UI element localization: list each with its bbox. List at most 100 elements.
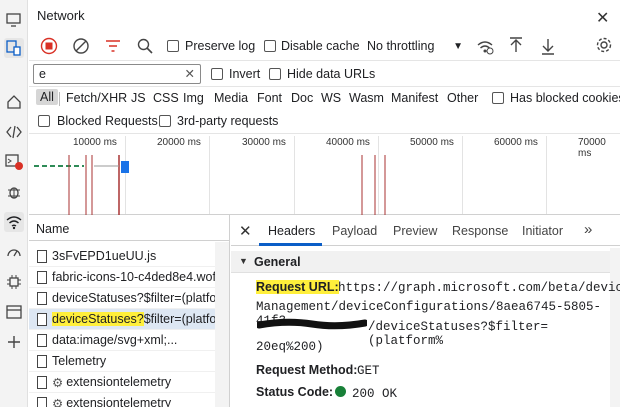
hide-data-urls-checkbox[interactable] xyxy=(269,68,281,80)
import-har-icon[interactable] xyxy=(508,37,524,58)
general-section-header[interactable]: ▼ General xyxy=(231,251,610,273)
panel-title: Network xyxy=(37,8,85,23)
close-icon[interactable]: ✕ xyxy=(596,8,609,28)
table-row[interactable]: data:image/svg+xml;... xyxy=(29,330,215,351)
type-all[interactable]: All xyxy=(36,89,58,105)
console-icon[interactable] xyxy=(4,152,24,172)
requests-scrollbar[interactable] xyxy=(215,242,229,407)
blocked-requests-checkbox[interactable] xyxy=(38,115,50,127)
type-wasm[interactable]: Wasm xyxy=(349,91,384,105)
redaction-mark xyxy=(255,317,369,331)
type-doc[interactable]: Doc xyxy=(291,91,313,105)
table-row[interactable]: 3sFvEPD1ueUU.js xyxy=(29,246,215,267)
add-tool-icon[interactable] xyxy=(4,332,24,352)
request-url-label: Request URL: xyxy=(256,280,339,294)
disable-cache-checkbox[interactable] xyxy=(264,40,276,52)
request-name: fabric-icons-10-c4ded8e4.wof xyxy=(52,270,215,284)
document-icon xyxy=(37,249,47,263)
request-url-line3: /deviceStatuses?$filter=(platform% xyxy=(368,320,549,348)
status-ok-icon xyxy=(335,386,346,400)
table-row[interactable]: Telemetry xyxy=(29,351,215,372)
request-name: deviceStatuses?$filter=(platfor xyxy=(52,291,215,305)
request-name-rest: $filter=(platfor xyxy=(143,312,215,326)
clear-filter-icon[interactable]: ✕ xyxy=(185,66,195,81)
clear-icon[interactable] xyxy=(72,37,90,58)
disable-cache-label: Disable cache xyxy=(281,39,360,53)
application-window-icon[interactable] xyxy=(4,302,24,322)
name-header-label: Name xyxy=(36,222,70,236)
home-icon[interactable] xyxy=(4,92,24,112)
preserve-log-label: Preserve log xyxy=(185,39,256,53)
caret-down-icon: ▼ xyxy=(453,40,463,52)
filter-input-value: e xyxy=(39,67,46,81)
type-other[interactable]: Other xyxy=(447,91,478,105)
throttling-select[interactable]: No throttling ▼ xyxy=(364,34,466,58)
type-media[interactable]: Media xyxy=(214,91,248,105)
record-icon[interactable] xyxy=(40,37,58,58)
type-fetch-xhr[interactable]: Fetch/XHR xyxy=(66,91,127,105)
request-name: extensiontelemetry xyxy=(66,375,172,389)
export-har-icon[interactable] xyxy=(540,37,556,58)
inspect-element-icon[interactable] xyxy=(4,38,24,58)
table-row[interactable]: ⚙ extensiontelemetry xyxy=(29,393,215,407)
hide-data-urls-label: Hide data URLs xyxy=(287,67,376,81)
third-party-checkbox[interactable] xyxy=(159,115,171,127)
document-icon xyxy=(37,312,47,326)
table-row-selected[interactable]: deviceStatuses? $filter=(platfor xyxy=(29,309,215,330)
has-blocked-cookies-checkbox[interactable] xyxy=(492,92,504,104)
tab-response[interactable]: Response xyxy=(452,224,508,238)
status-code-value: 200 OK xyxy=(352,387,398,401)
document-icon xyxy=(37,354,47,368)
request-method-value: GET xyxy=(357,364,380,378)
tab-initiator[interactable]: Initiator xyxy=(522,224,563,238)
active-tab-indicator xyxy=(259,243,322,246)
type-ws[interactable]: WS xyxy=(321,91,341,105)
close-details-icon[interactable]: ✕ xyxy=(239,222,252,240)
request-name: 3sFvEPD1ueUU.js xyxy=(52,249,157,263)
third-party-label: 3rd-party requests xyxy=(177,114,279,128)
throttling-value: No throttling xyxy=(367,39,435,53)
name-column-header[interactable]: Name xyxy=(29,215,230,241)
request-url-line4: 20eq%200) xyxy=(256,340,324,354)
elements-icon[interactable] xyxy=(4,122,24,142)
type-manifest[interactable]: Manifest xyxy=(391,91,438,105)
invert-label: Invert xyxy=(229,67,261,81)
document-icon xyxy=(37,396,47,407)
timeline-bars xyxy=(34,155,386,215)
document-icon xyxy=(37,270,47,284)
memory-chip-icon[interactable] xyxy=(4,272,24,292)
search-icon[interactable] xyxy=(137,38,153,57)
document-icon xyxy=(37,333,47,347)
request-method-label: Request Method: xyxy=(256,363,358,377)
tab-payload[interactable]: Payload xyxy=(332,224,377,238)
general-section-title: General xyxy=(254,255,301,269)
preserve-log-checkbox[interactable] xyxy=(167,40,179,52)
performance-icon[interactable] xyxy=(4,242,24,262)
request-url-line1: https://graph.microsoft.com/beta/device xyxy=(338,281,620,295)
table-row[interactable]: fabric-icons-10-c4ded8e4.wof xyxy=(29,267,215,288)
network-conditions-icon[interactable] xyxy=(476,37,494,58)
more-tabs-chevron-icon[interactable]: » xyxy=(584,221,592,238)
filter-icon[interactable] xyxy=(105,38,121,57)
device-emulation-icon[interactable] xyxy=(4,10,24,30)
type-css[interactable]: CSS xyxy=(153,91,179,105)
document-icon xyxy=(37,291,47,305)
request-name: Telemetry xyxy=(52,354,107,368)
invert-checkbox[interactable] xyxy=(211,68,223,80)
bug-icon[interactable] xyxy=(4,182,24,202)
gear-icon: ⚙ xyxy=(52,375,64,390)
tab-headers[interactable]: Headers xyxy=(268,224,315,238)
filter-input[interactable]: e ✕ xyxy=(33,64,201,84)
document-icon xyxy=(37,375,47,389)
type-js[interactable]: JS xyxy=(131,91,146,105)
request-name-highlight: deviceStatuses? xyxy=(52,312,144,326)
blocked-requests-label: Blocked Requests xyxy=(57,114,158,128)
network-wifi-icon[interactable] xyxy=(4,212,24,232)
settings-gear-icon[interactable] xyxy=(595,36,613,57)
table-row[interactable]: deviceStatuses?$filter=(platfor xyxy=(29,288,215,309)
type-img[interactable]: Img xyxy=(183,91,204,105)
gear-icon: ⚙ xyxy=(52,396,64,407)
type-font[interactable]: Font xyxy=(257,91,282,105)
table-row[interactable]: ⚙ extensiontelemetry xyxy=(29,372,215,393)
tab-preview[interactable]: Preview xyxy=(393,224,437,238)
